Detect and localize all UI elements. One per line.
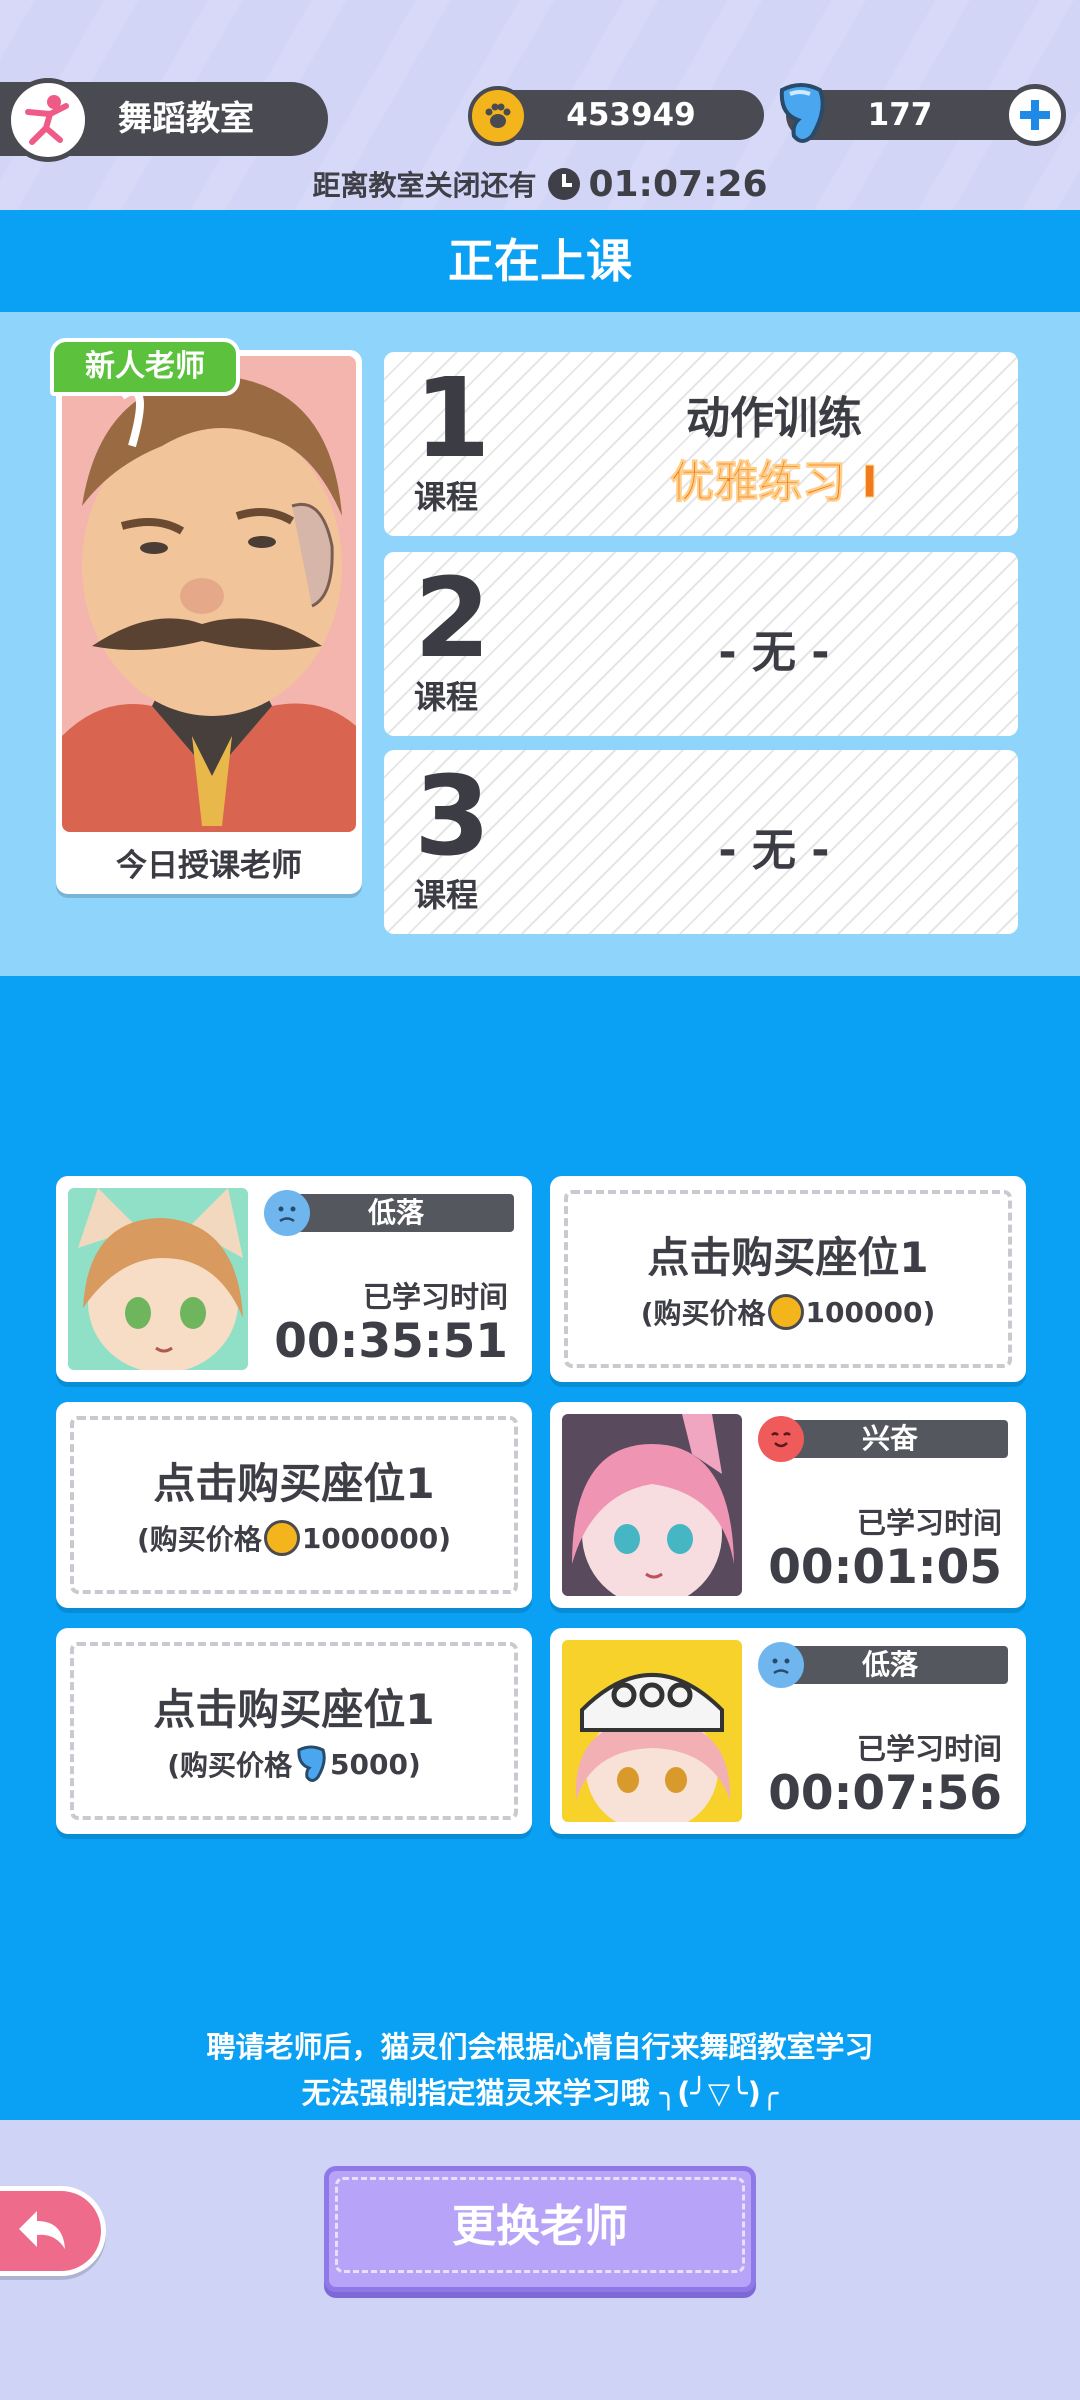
- course-1[interactable]: 1 课程 动作训练 优雅练习 I: [384, 352, 1018, 536]
- mood-label: 低落: [772, 1646, 1008, 1684]
- cat-portrait: [562, 1640, 742, 1822]
- close-timer: 距离教室关闭还有 01:07:26: [0, 158, 1080, 210]
- course-label: 课程: [414, 478, 479, 516]
- close-timer-value: 01:07:26: [588, 163, 768, 205]
- buy-seat-price: (购买价格 5000): [56, 1744, 532, 1784]
- plus-icon: [1020, 100, 1050, 130]
- new-teacher-badge: 新人老师: [50, 338, 240, 396]
- change-teacher-button[interactable]: 更换老师: [324, 2166, 756, 2292]
- add-gems-button[interactable]: [1004, 84, 1066, 146]
- teacher-card[interactable]: 今日授课老师: [56, 350, 362, 894]
- mood-label: 兴奋: [772, 1420, 1008, 1458]
- paw-coin-icon: [468, 86, 528, 146]
- cat-portrait: [562, 1414, 742, 1596]
- sad-face-icon: [264, 1190, 310, 1236]
- course-label: 课程: [414, 678, 479, 716]
- buy-seat-price: (购买价格 1000000): [56, 1518, 532, 1558]
- seat-empty-3[interactable]: 点击购买座位1 (购买价格 5000): [56, 1628, 532, 1834]
- price-value: 5000): [330, 1747, 421, 1781]
- price-prefix: (购买价格: [167, 1749, 293, 1782]
- buy-seat-price: (购买价格 100000): [550, 1292, 1026, 1332]
- back-arrow-icon: [19, 2211, 65, 2249]
- study-time-value: 00:07:56: [768, 1766, 1002, 1821]
- course-title: - 无 -: [718, 627, 830, 678]
- price-prefix: (购买价格: [640, 1297, 766, 1330]
- buy-seat-label: 点击购买座位1: [647, 1233, 929, 1282]
- paw-coin-icon: [767, 1294, 804, 1330]
- course-subtitle: 优雅练习 I: [670, 457, 879, 509]
- excited-face-icon: [758, 1416, 804, 1462]
- seat-occupied-1[interactable]: 低落 已学习时间 00:35:51: [56, 1176, 532, 1382]
- seat-occupied-3[interactable]: 低落 已学习时间 00:07:56: [550, 1628, 1026, 1834]
- course-number: 1: [414, 354, 491, 482]
- course-title: - 无 -: [718, 825, 830, 876]
- seat-empty-2[interactable]: 点击购买座位1 (购买价格 1000000): [56, 1402, 532, 1608]
- study-time-value: 00:01:05: [768, 1540, 1002, 1595]
- dancer-icon: [6, 78, 90, 162]
- course-2[interactable]: 2 课程 - 无 -: [384, 552, 1018, 736]
- price-prefix: (购买价格: [137, 1523, 262, 1556]
- study-time-label: 已学习时间: [856, 1506, 1002, 1540]
- back-button[interactable]: [0, 2186, 106, 2276]
- spirit-gem-icon: [297, 1745, 326, 1782]
- seat-occupied-2[interactable]: 兴奋 已学习时间 00:01:05: [550, 1402, 1026, 1608]
- classroom-panel: 正在上课 今日授课老师 新人老师 1 课程 动作训练 优雅练习 I 2 课程 -…: [0, 210, 1080, 2120]
- course-title: 动作训练: [686, 393, 862, 444]
- mood-label: 低落: [278, 1194, 514, 1232]
- clock-icon: [548, 168, 581, 200]
- spirit-gem-icon: [772, 80, 830, 146]
- study-time-label: 已学习时间: [362, 1280, 508, 1314]
- seat-empty-1[interactable]: 点击购买座位1 (购买价格 100000): [550, 1176, 1026, 1382]
- study-time-value: 00:35:51: [274, 1314, 508, 1369]
- course-3[interactable]: 3 课程 - 无 -: [384, 750, 1018, 934]
- course-label: 课程: [414, 876, 479, 914]
- section-title: 正在上课: [0, 210, 1080, 312]
- course-number: 3: [414, 752, 491, 880]
- gem-value: 177: [867, 97, 933, 133]
- room-header: 舞蹈教室: [0, 78, 328, 162]
- course-number: 2: [414, 554, 491, 682]
- price-value: 1000000): [301, 1521, 451, 1555]
- change-teacher-label: 更换老师: [452, 2201, 628, 2252]
- teacher-portrait: [62, 356, 356, 832]
- coin-value: 453949: [566, 97, 696, 133]
- sad-face-icon: [758, 1642, 804, 1688]
- teacher-label: 今日授课老师: [116, 848, 302, 884]
- buy-seat-label: 点击购买座位1: [153, 1459, 435, 1508]
- room-title: 舞蹈教室: [118, 99, 254, 139]
- hint-line-1: 聘请老师后，猫灵们会根据心情自行来舞蹈教室学习: [206, 2030, 874, 2064]
- hint-line-2: 无法强制指定猫灵来学习哦 ╮(╯▽╰)╭: [301, 2076, 779, 2110]
- study-time-label: 已学习时间: [856, 1732, 1002, 1766]
- close-timer-label: 距离教室关闭还有: [312, 169, 537, 202]
- paw-coin-icon: [263, 1520, 300, 1556]
- cat-portrait: [68, 1188, 248, 1370]
- price-value: 100000): [805, 1295, 936, 1329]
- buy-seat-label: 点击购买座位1: [153, 1685, 435, 1734]
